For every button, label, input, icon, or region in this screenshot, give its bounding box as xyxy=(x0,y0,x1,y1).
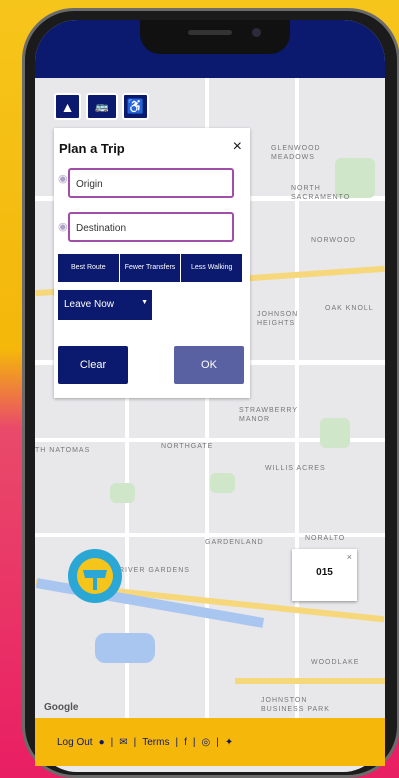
separator: | xyxy=(192,736,196,748)
stop-popup[interactable]: × 015 xyxy=(292,549,357,601)
bus-mode-button[interactable]: 🚌 xyxy=(86,93,118,120)
map-label-glenwood: GLENWOOD MEADOWS xyxy=(271,145,321,161)
clear-button[interactable]: Clear xyxy=(58,346,128,384)
separator: | xyxy=(110,736,114,748)
walk-mode-button[interactable]: ♿ xyxy=(122,93,149,120)
origin-pin-icon: ◉ xyxy=(58,173,68,185)
map-label-johnston: JOHNSTON BUSINESS PARK xyxy=(261,697,330,713)
origin-input[interactable]: Origin xyxy=(68,168,234,198)
panel-title: Plan a Trip xyxy=(59,141,125,156)
leave-select-value: Leave Now xyxy=(64,299,115,310)
walk-icon: ♿ xyxy=(126,98,145,114)
map-label-johnson-heights: JOHNSON HEIGHTS xyxy=(257,311,299,327)
stop-number: 015 xyxy=(316,567,333,578)
leave-select[interactable]: Leave Now ▼ xyxy=(58,290,152,320)
close-icon[interactable]: × xyxy=(233,138,242,156)
separator: | xyxy=(175,736,179,748)
bus-icon: 🚌 xyxy=(95,101,109,113)
separator: | xyxy=(216,736,219,748)
logout-link[interactable]: Log Out xyxy=(57,737,93,748)
twitter-icon[interactable]: ✦ xyxy=(225,737,233,748)
map-label-river-gardens: RIVER GARDENS xyxy=(119,567,190,574)
route-options: Best Route Fewer Transfers Less Walking xyxy=(58,254,243,282)
footer: Log Out ● | ✉ | Terms | f | ◎ | ✦ xyxy=(35,718,385,766)
map-label-gardenland: GARDENLAND xyxy=(205,539,264,546)
chevron-down-icon: ▼ xyxy=(141,299,148,306)
map-label-natomas: TH NATOMAS xyxy=(35,447,91,454)
instagram-icon[interactable]: ◎ xyxy=(201,737,210,748)
map-label-strawberry-manor: STRAWBERRY MANOR xyxy=(239,407,299,423)
map-label-willis-acres: WILLIS ACRES xyxy=(265,465,326,472)
less-walking-option[interactable]: Less Walking xyxy=(181,254,243,282)
ok-button[interactable]: OK xyxy=(174,346,244,384)
notch xyxy=(140,20,290,54)
map-label-oak-knoll: OAK KNOLL xyxy=(325,305,374,312)
google-logo: Google xyxy=(44,702,79,713)
terms-link[interactable]: Terms xyxy=(142,737,169,748)
popup-close-icon[interactable]: × xyxy=(347,552,352,562)
map-label-north-sacramento: NORTH SACRAMENTO xyxy=(291,185,351,201)
separator: | xyxy=(133,736,137,748)
road-icon: ▲ xyxy=(60,98,75,115)
mail-icon[interactable]: ✉ xyxy=(119,737,127,748)
road-mode-button[interactable]: ▲ xyxy=(54,93,81,120)
map-label-northgate: NORTHGATE xyxy=(161,443,214,450)
fewer-transfers-option[interactable]: Fewer Transfers xyxy=(119,254,182,282)
account-icon[interactable]: ● xyxy=(99,737,105,748)
best-route-option[interactable]: Best Route xyxy=(58,254,120,282)
map-label-woodlake: WOODLAKE xyxy=(311,659,360,666)
plan-trip-panel: Plan a Trip × ◉ Origin ◉ Destination Bes… xyxy=(54,128,250,398)
map-label-noralto: NORALTO xyxy=(305,535,346,542)
map-label-norwood: NORWOOD xyxy=(311,237,356,244)
destination-input[interactable]: Destination xyxy=(68,212,234,242)
destination-pin-icon: ◉ xyxy=(58,221,68,233)
app-logo xyxy=(68,549,122,603)
facebook-icon[interactable]: f xyxy=(184,737,187,748)
